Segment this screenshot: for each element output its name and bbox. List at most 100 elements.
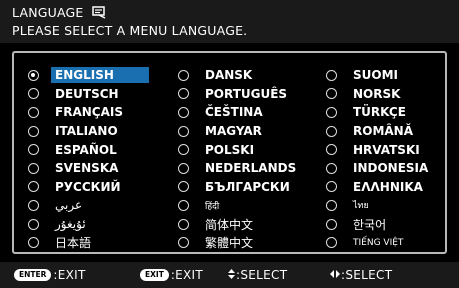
language-item-korean[interactable]: 한국어: [326, 215, 432, 234]
language-label: DEUTSCH: [55, 86, 119, 101]
language-item-russian[interactable]: РУССКИЙ: [28, 178, 149, 197]
footer-bar: ENTER :EXIT EXIT :EXIT :SELECT :SELECT: [0, 262, 459, 288]
language-label: ROMÂNĂ: [353, 124, 413, 139]
language-label: ENGLISH: [51, 67, 149, 84]
language-label: NEDERLANDS: [205, 161, 297, 176]
language-item-vietnamese[interactable]: TIẾNG VIỆT: [326, 233, 432, 252]
language-label: TÜRKÇE: [353, 105, 406, 120]
language-label: HRVATSKI: [353, 142, 420, 157]
radio-icon: [178, 199, 189, 211]
language-label: SUOMI: [353, 68, 398, 83]
language-label: ไทย: [353, 201, 369, 212]
radio-icon: [178, 181, 189, 193]
radio-icon: [326, 106, 337, 118]
radio-icon: [178, 125, 189, 137]
leftright-select-label: :SELECT: [341, 268, 393, 282]
language-item-suomi[interactable]: SUOMI: [326, 66, 432, 85]
language-label: INDONESIA: [353, 161, 429, 176]
language-label: FRANÇAIS: [55, 105, 123, 120]
language-item-hindi[interactable]: हिंदी: [178, 196, 300, 215]
language-label: ئۇيغۇر: [55, 217, 86, 232]
exit-exit-hint: EXIT :EXIT: [140, 268, 203, 282]
enter-exit-hint: ENTER :EXIT: [14, 268, 86, 282]
updown-select-label: :SELECT: [236, 268, 288, 282]
language-item-deutsch[interactable]: DEUTSCH: [28, 85, 149, 104]
up-down-arrow-icon: [228, 268, 235, 282]
language-item-indonesia[interactable]: INDONESIA: [326, 159, 432, 178]
radio-icon: [178, 88, 189, 100]
radio-icon: [326, 237, 337, 249]
exit-exit-label: :EXIT: [170, 268, 204, 282]
language-item-japanese[interactable]: 日本語: [28, 233, 149, 252]
exit-key-badge: EXIT: [140, 269, 169, 281]
leftright-select-hint: :SELECT: [330, 268, 392, 282]
radio-icon: [28, 106, 39, 118]
title-row: LANGUAGE: [12, 4, 106, 20]
radio-icon: [28, 162, 39, 174]
language-item-english[interactable]: ENGLISH: [28, 66, 149, 85]
language-label: हिंदी: [205, 201, 220, 212]
radio-icon: [28, 144, 39, 156]
language-label: ESPAÑOL: [55, 142, 117, 157]
radio-icon: [326, 88, 337, 100]
enter-exit-label: :EXIT: [53, 268, 86, 282]
language-item-romana[interactable]: ROMÂNĂ: [326, 122, 432, 141]
radio-icon: [326, 69, 337, 81]
radio-icon: [178, 144, 189, 156]
language-label: 简体中文: [205, 217, 254, 232]
language-list-panel: ENGLISH DEUTSCH FRANÇAIS ITALIANO ESPAÑO…: [12, 51, 447, 254]
language-column-1: ENGLISH DEUTSCH FRANÇAIS ITALIANO ESPAÑO…: [28, 66, 149, 252]
language-label: NORSK: [353, 86, 401, 101]
language-label: ČEŠTINA: [205, 105, 263, 120]
language-item-norsk[interactable]: NORSK: [326, 85, 432, 104]
language-item-hrvatski[interactable]: HRVATSKI: [326, 140, 432, 159]
radio-icon: [178, 69, 189, 81]
language-label: MAGYAR: [205, 124, 262, 139]
radio-icon: [326, 181, 337, 193]
radio-icon: [28, 181, 39, 193]
language-label: POLSKI: [205, 142, 255, 157]
language-label: ΕΛΛΗΝΙΚΑ: [353, 179, 423, 194]
language-item-thai[interactable]: ไทย: [326, 196, 432, 215]
radio-icon: [326, 218, 337, 230]
language-item-bulgarian[interactable]: БЪЛГАРСКИ: [178, 178, 300, 197]
enter-key-badge: ENTER: [14, 269, 52, 281]
language-item-polski[interactable]: POLSKI: [178, 140, 300, 159]
language-column-3: SUOMI NORSK TÜRKÇE ROMÂNĂ HRVATSKI INDON…: [326, 66, 432, 252]
language-item-traditional-chinese[interactable]: 繁體中文: [178, 233, 300, 252]
radio-icon: [326, 144, 337, 156]
language-column-2: DANSK PORTUGUÊS ČEŠTINA MAGYAR POLSKI NE…: [178, 66, 300, 252]
language-item-espanol[interactable]: ESPAÑOL: [28, 140, 149, 159]
language-item-uyghur[interactable]: ئۇيغۇر: [28, 215, 149, 234]
radio-icon: [326, 162, 337, 174]
radio-icon: [28, 218, 39, 230]
instruction-text: PLEASE SELECT A MENU LANGUAGE.: [12, 23, 248, 38]
radio-icon: [28, 199, 39, 211]
language-item-cestina[interactable]: ČEŠTINA: [178, 103, 300, 122]
language-label: PORTUGUÊS: [205, 86, 288, 101]
language-label: ITALIANO: [55, 124, 118, 139]
language-label: عربي: [55, 198, 83, 213]
language-item-francais[interactable]: FRANÇAIS: [28, 103, 149, 122]
language-label: 한국어: [353, 217, 387, 232]
header-bar: LANGUAGE PLEASE SELECT A MENU LANGUAGE.: [0, 0, 459, 43]
language-label: TIẾNG VIỆT: [353, 237, 404, 248]
language-item-portugues[interactable]: PORTUGUÊS: [178, 85, 300, 104]
radio-selected-icon: [28, 69, 39, 81]
language-item-arabic[interactable]: عربي: [28, 196, 149, 215]
language-item-nederlands[interactable]: NEDERLANDS: [178, 159, 300, 178]
left-right-arrow-icon: [330, 269, 340, 281]
language-item-simplified-chinese[interactable]: 简体中文: [178, 215, 300, 234]
updown-select-hint: :SELECT: [228, 268, 287, 282]
language-item-magyar[interactable]: MAGYAR: [178, 122, 300, 141]
radio-icon: [326, 125, 337, 137]
radio-icon: [178, 106, 189, 118]
language-item-italiano[interactable]: ITALIANO: [28, 122, 149, 141]
language-item-svenska[interactable]: SVENSKA: [28, 159, 149, 178]
language-item-dansk[interactable]: DANSK: [178, 66, 300, 85]
language-label: 日本語: [55, 236, 92, 251]
radio-icon: [28, 237, 39, 249]
language-item-greek[interactable]: ΕΛΛΗΝΙΚΑ: [326, 178, 432, 197]
radio-icon: [326, 199, 337, 211]
language-item-turkce[interactable]: TÜRKÇE: [326, 103, 432, 122]
